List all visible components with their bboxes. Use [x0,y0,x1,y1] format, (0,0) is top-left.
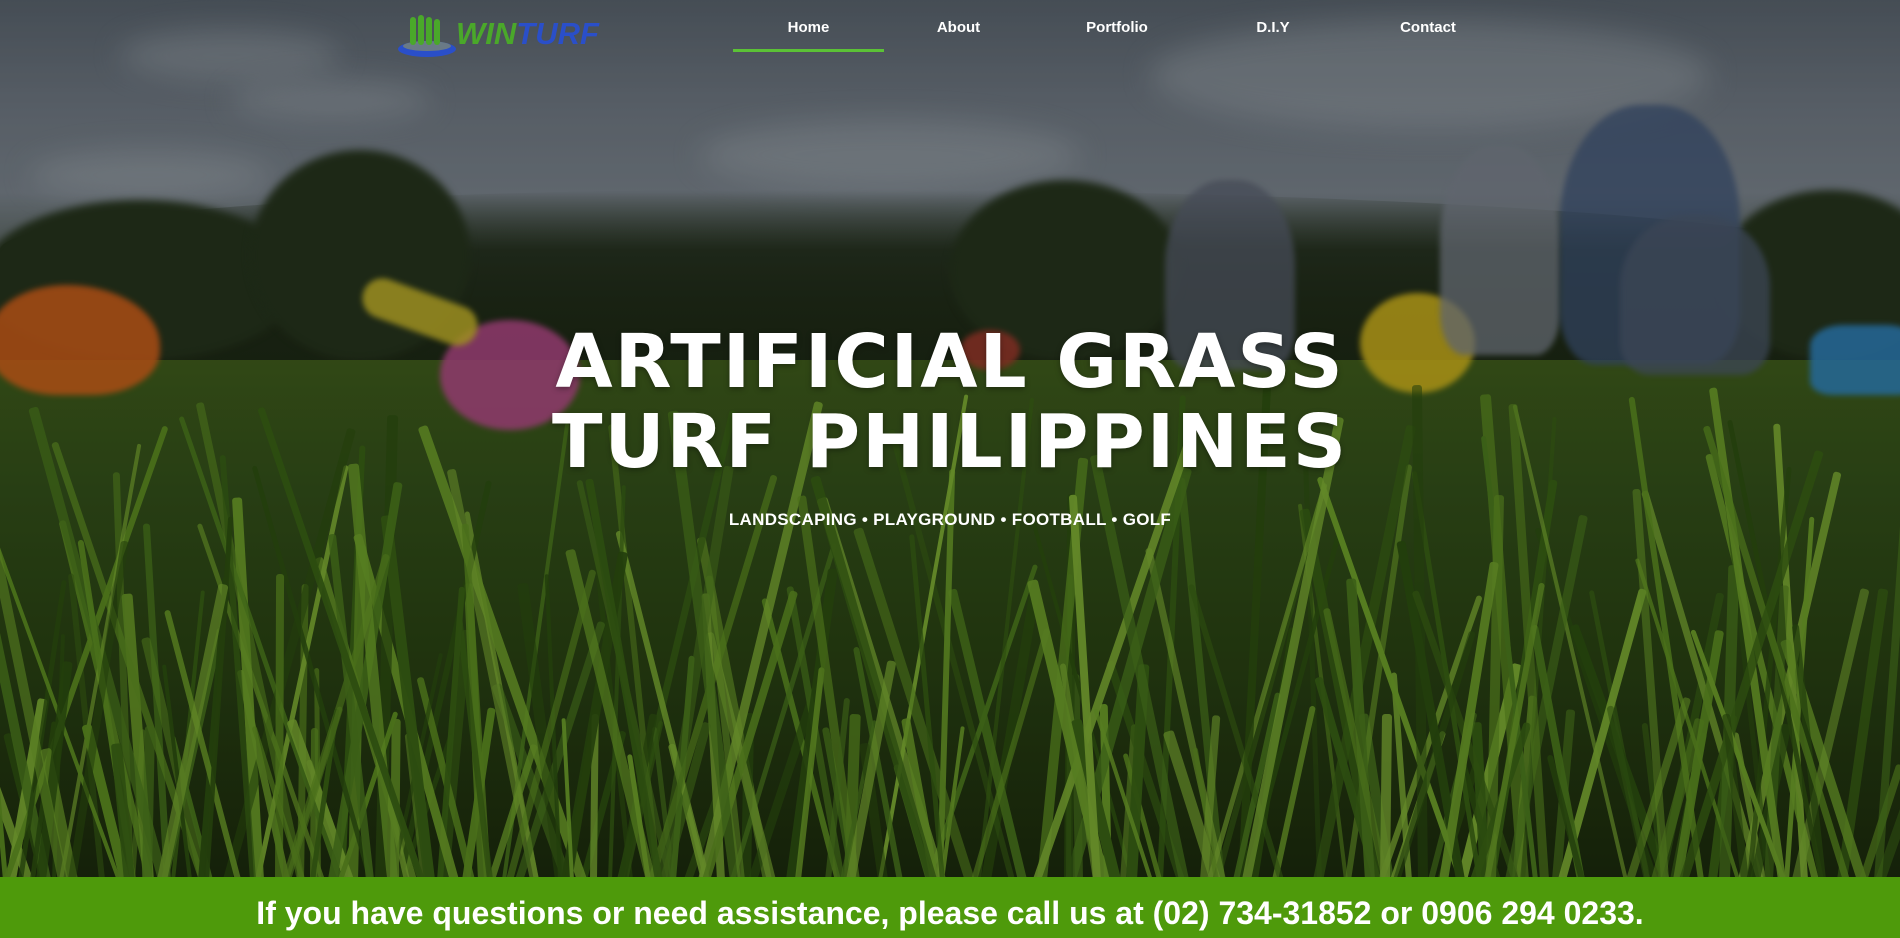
nav-item-home[interactable]: Home [733,0,884,54]
hero-title-line2: TURF PHILIPPINES [551,399,1349,485]
nav-item-diy[interactable]: D.I.Y [1201,0,1345,54]
hero-title-line1: ARTIFICIAL GRASS [555,319,1345,405]
winturf-logo[interactable]: WINTURF [396,12,606,57]
main-nav: Home About Portfolio D.I.Y Contact [733,0,1511,54]
logo-text-win: WIN [456,16,517,51]
contact-cta-bar: If you have questions or need assistance… [0,877,1900,938]
logo-text-turf: TURF [516,16,599,51]
logo-wordmark: WINTURF [456,16,599,52]
contact-cta-text: If you have questions or need assistance… [256,895,1644,931]
nav-item-contact[interactable]: Contact [1345,0,1511,54]
hero-title: ARTIFICIAL GRASS TURF PHILIPPINES [0,322,1900,482]
nav-item-portfolio[interactable]: Portfolio [1033,0,1201,54]
grass-blades-icon [396,13,458,57]
hero-subtitle: LANDSCAPING • PLAYGROUND • FOOTBALL • GO… [728,510,1172,529]
nav-item-about[interactable]: About [884,0,1033,54]
